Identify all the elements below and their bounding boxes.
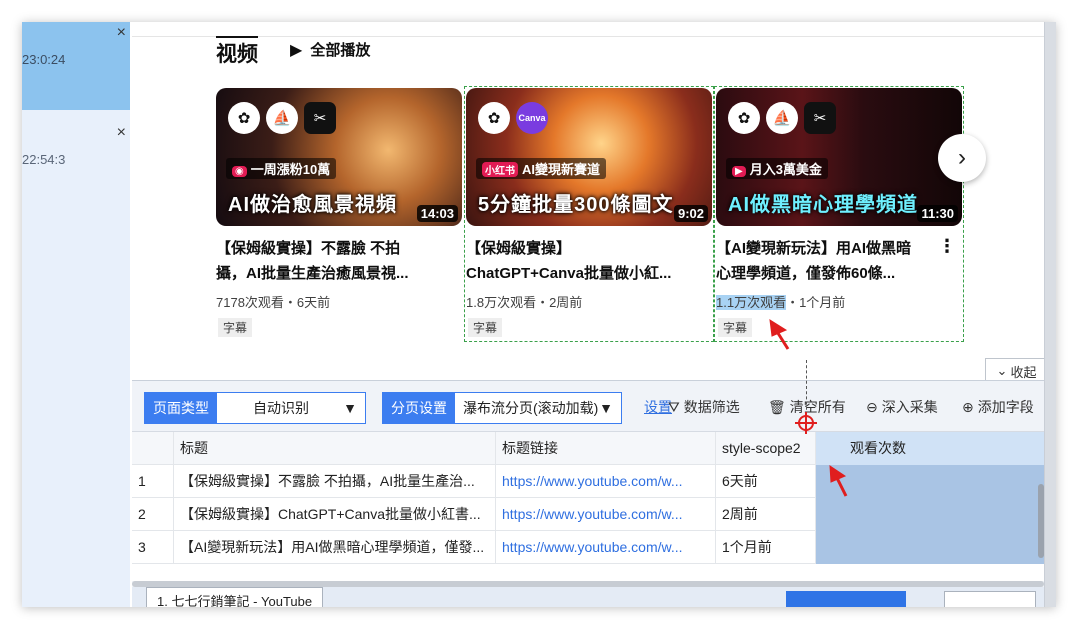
annotation-arrows	[769, 319, 848, 497]
red-arrow-icon	[769, 319, 790, 350]
red-arrow-icon	[829, 465, 848, 497]
